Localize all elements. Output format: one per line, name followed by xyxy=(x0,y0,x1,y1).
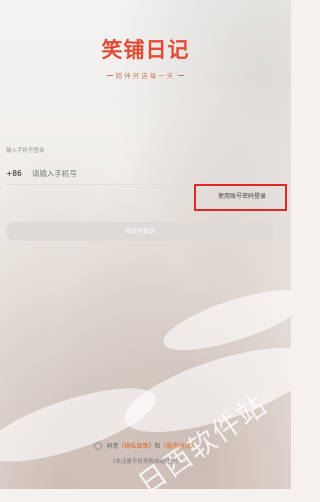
phone-login-caption: 输入手机号登录 xyxy=(6,148,45,154)
phone-input[interactable] xyxy=(31,168,281,178)
agreement-radio[interactable] xyxy=(94,441,103,450)
country-code[interactable]: +86 xyxy=(6,169,22,178)
slogan-dash-right xyxy=(178,74,185,76)
slogan-text: 陪伴开店每一天 xyxy=(115,72,176,80)
app-slogan: 陪伴开店每一天 xyxy=(0,70,291,80)
privacy-policy-link[interactable]: 《隐私政策》 xyxy=(118,441,154,450)
agreement-prefix: 同意 xyxy=(106,443,119,450)
slogan-dash-left xyxy=(106,74,113,76)
password-login-link[interactable]: 使用账号密码登录 xyxy=(218,191,266,200)
phone-input-row: +86 xyxy=(6,166,281,180)
service-agreement-link[interactable]: 《服务协议》 xyxy=(161,441,197,450)
get-code-button[interactable]: 验证码直达 xyxy=(6,222,274,241)
app-title: 笑铺日记 xyxy=(101,38,190,62)
app-logo: 笑铺日记 陪伴开店每一天 xyxy=(0,34,291,80)
agreement-row: 同意 《隐私政策》 和 《服务协议》 xyxy=(0,441,291,450)
auto-register-note: （未注册手机号将自动注册） xyxy=(109,459,182,465)
